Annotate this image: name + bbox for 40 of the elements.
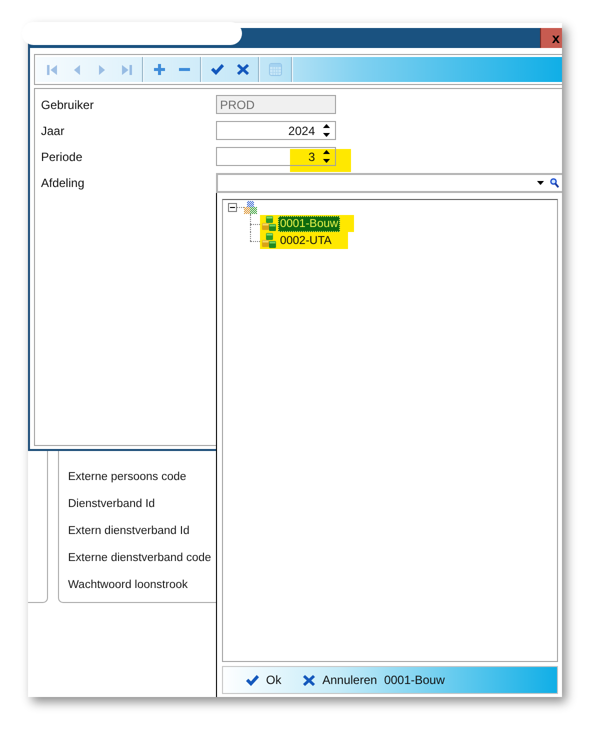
field-label: Periode: [41, 150, 84, 164]
triangle-up-icon: [322, 124, 330, 128]
checkmark-icon: [211, 64, 224, 75]
triangle-up-icon: [322, 150, 330, 154]
close-button[interactable]: x: [540, 28, 562, 48]
cancel-button[interactable]: Annuleren: [301, 669, 380, 691]
number-field[interactable]: 2024: [216, 121, 336, 140]
minus-icon: [179, 68, 190, 71]
collapse-icon[interactable]: [228, 203, 237, 212]
x-icon: [236, 64, 248, 75]
field-label: Afdeling: [41, 176, 86, 190]
field-label: Extern dienstverband Id: [68, 524, 190, 539]
skip-end-icon: [122, 64, 132, 74]
field-label: Jaar: [41, 124, 66, 138]
x-icon: [303, 674, 316, 686]
triangle-down-icon: [322, 159, 330, 163]
skip-start-icon: [46, 64, 56, 74]
selected-value: 0001-Bouw: [384, 673, 445, 687]
field-label: Externe persoons code: [68, 470, 186, 485]
checkmark-icon: [246, 674, 259, 686]
table-icon: [269, 63, 282, 76]
triangle-right-icon: [98, 64, 104, 74]
tree-line: [250, 215, 260, 232]
triangle-down-icon: [322, 133, 330, 137]
dotted-cubes-icon: [244, 201, 257, 214]
search-icon[interactable]: [550, 178, 559, 188]
tree-node[interactable]: 0002-UTA: [278, 232, 334, 248]
triangle-left-icon: [74, 64, 80, 74]
cubes-icon: [262, 216, 276, 231]
tree-node[interactable]: 0001-Bouw: [278, 216, 340, 232]
field-label: Wachtwoord loonstrook: [68, 578, 188, 593]
field-label: Gebruiker: [41, 98, 95, 112]
number-field[interactable]: 3: [216, 147, 336, 166]
ok-button[interactable]: Ok: [244, 669, 284, 691]
cubes-icon: [262, 233, 276, 248]
caret-down-icon[interactable]: [537, 181, 544, 185]
dropdown-field[interactable]: [216, 173, 562, 193]
plus-icon: [154, 64, 165, 75]
field-label: Externe dienstverband code: [68, 551, 212, 566]
field-label: Dienstverband Id: [68, 497, 155, 512]
